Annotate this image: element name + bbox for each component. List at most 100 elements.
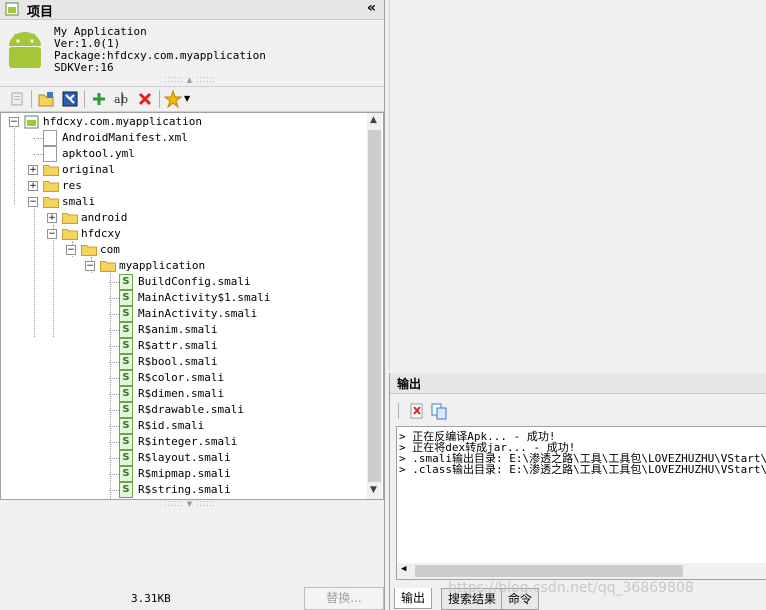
dropdown-icon[interactable]: ▼ <box>184 90 202 108</box>
project-tree[interactable]: − hfdcxy.com.myapplication AndroidManifest… <box>0 112 384 500</box>
smali-file-icon: S <box>119 402 133 418</box>
tree-item-label: R$mipmap.smali <box>138 467 231 480</box>
tree-item-label: android <box>81 211 128 224</box>
tree-item[interactable]: S R$dimen.smali <box>1 386 366 402</box>
tree-item-label: BuildConfig.smali <box>138 275 251 288</box>
tree-item[interactable]: + android <box>1 210 366 226</box>
output-log[interactable]: > 正在反编译Apk... - 成功! > 正在将dex转成jar... - 成… <box>396 426 766 580</box>
smali-file-icon: S <box>119 450 133 466</box>
add-icon[interactable] <box>90 90 108 108</box>
project-panel-title: 项目 <box>27 5 54 20</box>
android-robot-icon <box>9 32 41 68</box>
tree-vertical-scrollbar[interactable]: ▲ ▼ <box>367 113 382 499</box>
tree-item[interactable]: + res <box>1 178 366 194</box>
tree-item-label: res <box>62 179 82 192</box>
rename-icon[interactable]: ab <box>113 90 131 108</box>
app-sdk: SDKVer:16 <box>54 61 114 74</box>
tree-item[interactable]: S MainActivity.smali <box>1 306 366 322</box>
tree-item-label: hfdcxy.com.myapplication <box>43 115 202 128</box>
tree-item[interactable]: + original <box>1 162 366 178</box>
tree-item-label: R$drawable.smali <box>138 403 244 416</box>
scrollbar-thumb[interactable] <box>415 565 683 577</box>
tree-item-label: R$id.smali <box>138 419 205 432</box>
tree-item-label: com <box>100 243 120 256</box>
tree-item-label: AndroidManifest.xml <box>62 131 188 144</box>
tree-item[interactable]: S R$string.smali <box>1 482 366 498</box>
output-panel-header: 输出 <box>390 373 766 394</box>
tree-item[interactable]: S BuildConfig.smali <box>1 274 366 290</box>
collapse-icon[interactable]: − <box>85 261 95 271</box>
splitter-grip-bottom[interactable]: ⁚⁚⁚⁚⁚⁚ ▼ ⁚⁚⁚⁚⁚⁚ <box>150 500 230 508</box>
tree-item-label: R$attr.smali <box>138 339 218 352</box>
smali-file-icon: S <box>119 482 133 498</box>
open-folder-icon[interactable] <box>37 90 55 108</box>
tree-item[interactable]: − hfdcxy.com.myapplication <box>1 114 366 130</box>
splitter-grip[interactable]: ⁚⁚⁚⁚⁚⁚ ▲ ⁚⁚⁚⁚⁚⁚ <box>150 76 230 84</box>
tree-item-label: MainActivity$1.smali <box>138 291 271 304</box>
project-toolbar: ab ▼ <box>0 86 384 112</box>
tree-item[interactable]: S MainActivity$1.smali <box>1 290 366 306</box>
collapse-icon[interactable]: − <box>47 229 57 239</box>
folder-icon <box>100 261 116 272</box>
expand-icon[interactable]: + <box>47 213 57 223</box>
collapse-icon[interactable]: − <box>9 117 19 127</box>
project-icon <box>24 115 39 129</box>
import-icon[interactable] <box>61 90 79 108</box>
properties-icon[interactable] <box>8 90 26 108</box>
tree-item[interactable]: − myapplication <box>1 258 366 274</box>
tree-item[interactable]: S R$bool.smali <box>1 354 366 370</box>
tree-item[interactable]: S R$attr.smali <box>1 338 366 354</box>
tree-item[interactable]: − smali <box>1 194 366 210</box>
tree-item-label: R$anim.smali <box>138 323 218 336</box>
tab-output[interactable]: 输出 <box>394 588 433 609</box>
smali-file-icon: S <box>119 370 133 386</box>
tree-item[interactable]: S R$mipmap.smali <box>1 466 366 482</box>
smali-file-icon: S <box>119 338 133 354</box>
tree-item[interactable]: S R$drawable.smali <box>1 402 366 418</box>
scrollbar-thumb[interactable] <box>368 130 381 482</box>
tree-item[interactable]: S R$integer.smali <box>1 434 366 450</box>
expand-icon[interactable]: + <box>28 181 38 191</box>
folder-icon <box>62 213 78 224</box>
tree-item-label: MainActivity.smali <box>138 307 258 320</box>
tree-item-label: hfdcxy <box>81 227 121 240</box>
delete-icon[interactable] <box>136 90 154 108</box>
tree-item-label: R$color.smali <box>138 371 225 384</box>
smali-file-icon: S <box>119 274 133 290</box>
folder-icon <box>62 229 78 240</box>
scroll-down-icon[interactable]: ▼ <box>370 485 377 495</box>
tree-item[interactable]: S R$layout.smali <box>1 450 366 466</box>
tree-item[interactable]: S R$id.smali <box>1 418 366 434</box>
smali-file-icon: S <box>119 418 133 434</box>
editor-area <box>389 0 766 370</box>
app-info: My Application Ver:1.0(1) Package:hfdcxy… <box>0 20 384 78</box>
scroll-left-icon[interactable]: ◀ <box>401 564 406 574</box>
collapse-icon[interactable]: − <box>66 245 76 255</box>
collapse-icon[interactable]: − <box>28 197 38 207</box>
smali-file-icon: S <box>119 354 133 370</box>
tree-item-label: R$string.smali <box>138 483 231 496</box>
tree-item-label: R$layout.smali <box>138 451 231 464</box>
favorite-icon[interactable] <box>164 90 182 108</box>
tree-item-label: smali <box>62 195 96 208</box>
tree-item[interactable]: − hfdcxy <box>1 226 366 242</box>
tree-item[interactable]: − com <box>1 242 366 258</box>
project-panel: 项目 « My Application Ver:1.0(1) Package:h… <box>0 0 385 610</box>
tree-item[interactable]: S R$color.smali <box>1 370 366 386</box>
collapse-panel-button[interactable]: « <box>367 0 376 16</box>
smali-file-icon: S <box>119 322 133 338</box>
tree-item[interactable]: S R$anim.smali <box>1 322 366 338</box>
tree-item[interactable]: AndroidManifest.xml <box>1 130 366 146</box>
replace-button[interactable]: 替换... <box>304 587 384 610</box>
folder-icon <box>43 165 59 176</box>
folder-icon <box>43 181 59 192</box>
copy-icon[interactable] <box>430 402 448 420</box>
watermark: https://blog.csdn.net/qq_36869808 <box>448 580 694 596</box>
output-horizontal-scrollbar[interactable]: ◀ <box>397 563 766 579</box>
expand-icon[interactable]: + <box>28 165 38 175</box>
svg-text:a: a <box>114 93 121 106</box>
clear-icon[interactable] <box>408 402 426 420</box>
scroll-up-icon[interactable]: ▲ <box>370 115 377 125</box>
tree-item-label: R$dimen.smali <box>138 387 225 400</box>
tree-item[interactable]: apktool.yml <box>1 146 366 162</box>
